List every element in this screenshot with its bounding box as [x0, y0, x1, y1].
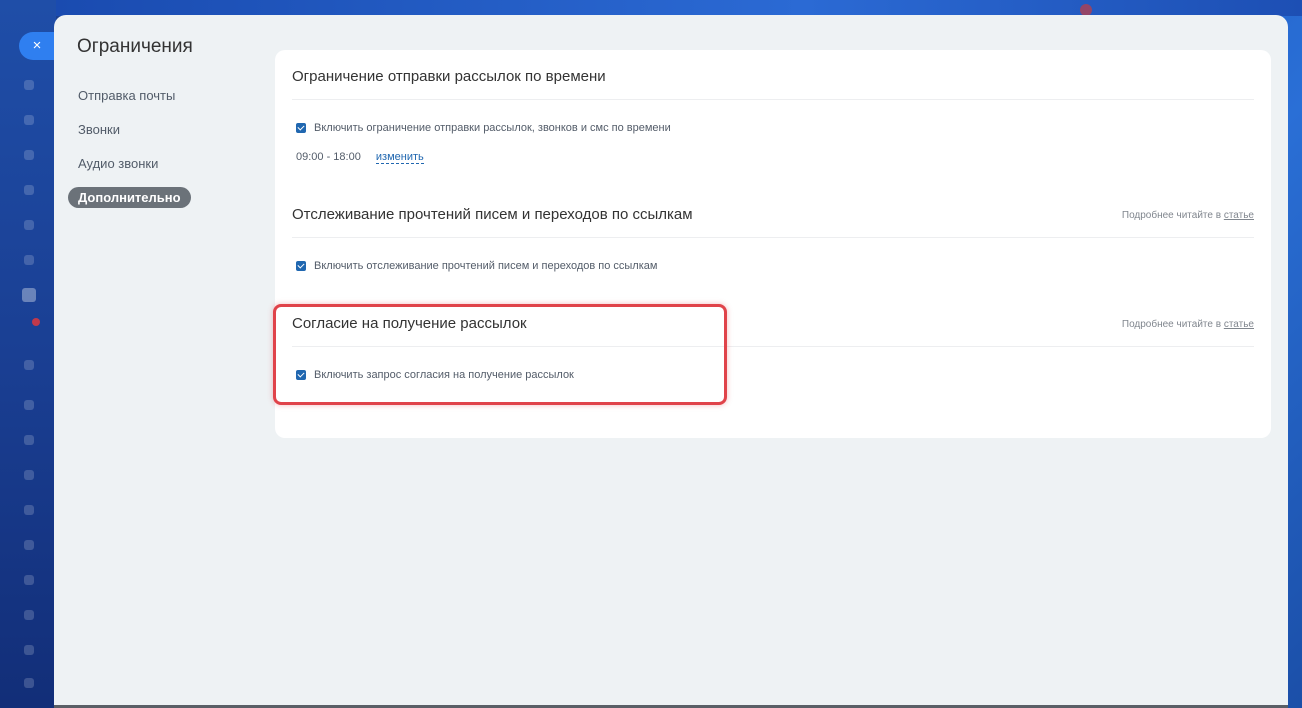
time-range-value: 09:00 - 18:00 [296, 151, 361, 163]
checkbox-label: Включить отслеживание прочтений писем и … [314, 260, 658, 272]
checkbox-label: Включить запрос согласия на получение ра… [314, 369, 574, 381]
rail-icon [24, 255, 34, 265]
page-title: Ограничения [77, 36, 193, 57]
rail-icon [24, 435, 34, 445]
section-header: Согласие на получение рассылок Подробнее… [292, 309, 1254, 347]
rail-icon [24, 575, 34, 585]
rail-icon [24, 678, 34, 688]
read-more-link[interactable]: статье [1224, 319, 1254, 330]
rail-icon [24, 360, 34, 370]
section-title: Отслеживание прочтений писем и переходов… [292, 206, 693, 223]
settings-content-card: Ограничение отправки рассылок по времени… [275, 50, 1271, 438]
rail-alert-icon [32, 318, 40, 326]
rail-icon [24, 115, 34, 125]
section-time-limit: Ограничение отправки рассылок по времени… [292, 62, 1254, 182]
consent-checkbox-row[interactable]: Включить запрос согласия на получение ра… [296, 369, 574, 381]
settings-slider-panel: Ограничения Отправка почты Звонки Аудио … [54, 15, 1288, 708]
time-range-row: 09:00 - 18:00 изменить [296, 151, 424, 164]
side-menu: Отправка почты Звонки Аудио звонки Допол… [68, 85, 191, 221]
time-limit-checkbox[interactable] [296, 123, 306, 133]
tracking-checkbox[interactable] [296, 261, 306, 271]
section-header: Отслеживание прочтений писем и переходов… [292, 200, 1254, 238]
close-slider-button[interactable]: × [19, 32, 55, 60]
side-menu-item-calls[interactable]: Звонки [68, 119, 191, 140]
section-tracking: Отслеживание прочтений писем и переходов… [292, 200, 1254, 290]
rail-icon [22, 288, 36, 302]
section-header: Ограничение отправки рассылок по времени [292, 62, 1254, 100]
rail-icon [24, 505, 34, 515]
rail-icon [24, 185, 34, 195]
section-title: Ограничение отправки рассылок по времени [292, 68, 606, 85]
change-time-link[interactable]: изменить [375, 151, 424, 164]
rail-icon [24, 80, 34, 90]
read-more-prefix: Подробнее читайте в [1121, 319, 1222, 330]
rail-icon [24, 220, 34, 230]
rail-icon [24, 400, 34, 410]
section-title: Согласие на получение рассылок [292, 315, 527, 332]
rail-icon [24, 610, 34, 620]
consent-checkbox[interactable] [296, 370, 306, 380]
side-menu-item-mail-sending[interactable]: Отправка почты [68, 85, 191, 106]
time-limit-checkbox-row[interactable]: Включить ограничение отправки рассылок, … [296, 122, 671, 134]
tracking-checkbox-row[interactable]: Включить отслеживание прочтений писем и … [296, 260, 657, 272]
rail-icon [24, 150, 34, 160]
rail-icon [24, 540, 34, 550]
close-icon: × [32, 37, 42, 54]
side-menu-item-additional[interactable]: Дополнительно [68, 187, 191, 208]
side-menu-item-audio-calls[interactable]: Аудио звонки [68, 153, 191, 174]
rail-icon [24, 470, 34, 480]
read-more-link[interactable]: статье [1224, 210, 1254, 221]
section-consent: Согласие на получение рассылок Подробнее… [292, 309, 1254, 399]
rail-icon [24, 645, 34, 655]
background-top-bar [56, 0, 1302, 16]
background-left-rail [0, 0, 56, 708]
read-more-text: Подробнее читайте в статье [1122, 210, 1254, 221]
read-more-prefix: Подробнее читайте в [1121, 210, 1222, 221]
read-more-text: Подробнее читайте в статье [1122, 319, 1254, 330]
checkbox-label: Включить ограничение отправки рассылок, … [314, 122, 671, 134]
